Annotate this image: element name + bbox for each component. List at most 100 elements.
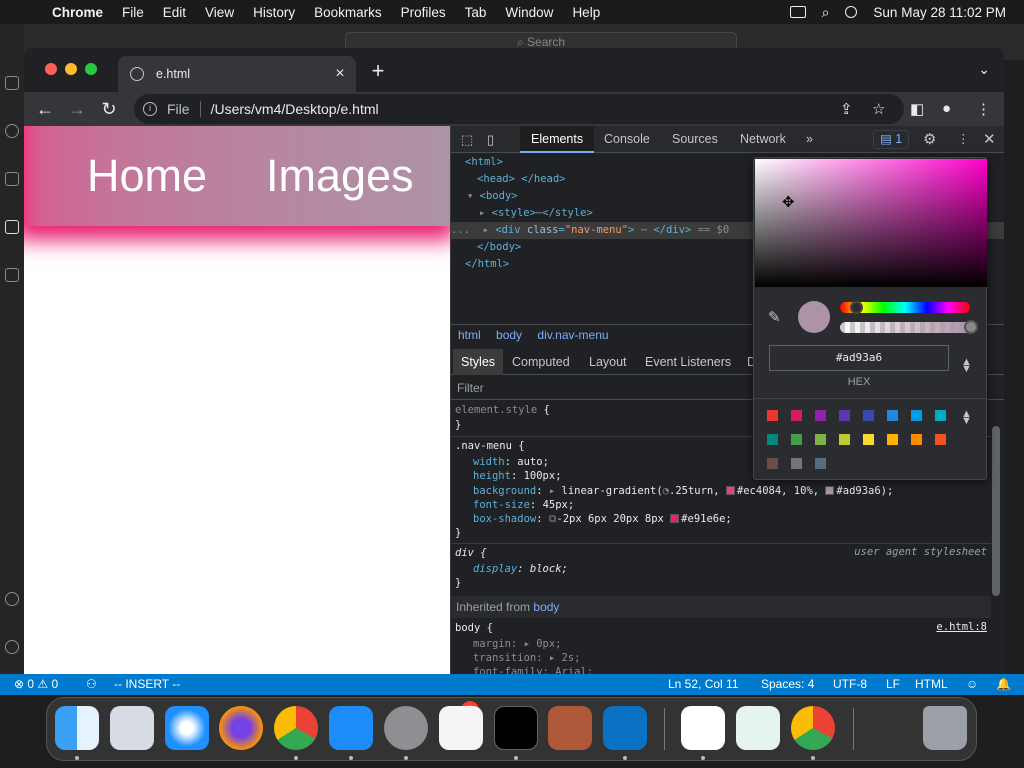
system-settings-icon[interactable]: [384, 706, 428, 750]
palette-swatch[interactable]: [887, 410, 898, 421]
tab-network[interactable]: Network: [740, 126, 786, 153]
hex-input[interactable]: #ad93a6: [769, 345, 949, 371]
launchpad-icon[interactable]: [110, 706, 154, 750]
nav-item-home[interactable]: Home: [87, 150, 207, 202]
search-icon[interactable]: [5, 124, 19, 138]
tab-console[interactable]: Console: [604, 126, 650, 153]
chrome-icon[interactable]: [274, 706, 318, 750]
feedback-icon[interactable]: ☺: [966, 674, 978, 695]
terminal-icon[interactable]: [494, 706, 538, 750]
subtab-computed[interactable]: Computed: [512, 349, 570, 375]
vscode-icon[interactable]: [603, 706, 647, 750]
source-control-icon[interactable]: [5, 172, 19, 186]
eyedropper-icon[interactable]: ✎: [768, 308, 781, 326]
breadcrumb-body[interactable]: body: [496, 328, 522, 342]
site-info-icon[interactable]: i: [143, 102, 157, 116]
hue-slider-handle[interactable]: [850, 301, 863, 314]
rule-nav-menu-selector[interactable]: .nav-menu {: [455, 439, 525, 453]
tab-search-chevron-icon[interactable]: ⌄: [978, 61, 990, 78]
new-tab-button[interactable]: +: [366, 60, 390, 84]
palette-swatch[interactable]: [911, 410, 922, 421]
problems-indicator[interactable]: ⊗ 0 ⚠ 0: [14, 674, 58, 695]
dom-node-html[interactable]: <html>: [465, 154, 503, 171]
saturation-spectrum[interactable]: [755, 159, 987, 287]
zoom-window-button[interactable]: [85, 63, 97, 75]
url-text[interactable]: /Users/vm4/Desktop/e.html: [211, 101, 379, 117]
color-swatch[interactable]: [725, 486, 735, 495]
rule-div-selector[interactable]: div {: [455, 546, 487, 560]
menu-help[interactable]: Help: [572, 5, 600, 20]
notifications-bell-icon[interactable]: 🔔: [996, 674, 1011, 695]
profile-avatar-icon[interactable]: ●: [942, 100, 951, 117]
tab-elements[interactable]: Elements: [520, 126, 595, 153]
safari-icon[interactable]: [165, 706, 209, 750]
inspect-element-icon[interactable]: ⬚: [461, 126, 473, 153]
spotlight-search-icon[interactable]: ⌕: [822, 4, 830, 21]
bookmark-star-icon[interactable]: ☆: [872, 100, 885, 118]
palette-swatch[interactable]: [791, 410, 802, 421]
menu-app-chrome[interactable]: Chrome: [52, 5, 103, 20]
subtab-styles[interactable]: Styles: [453, 349, 504, 375]
subtab-event-listeners[interactable]: Event Listeners: [645, 349, 731, 375]
dom-node-style[interactable]: ▸ <style>⋯</style>: [479, 205, 593, 222]
browser-tab[interactable]: e.html ×: [118, 56, 356, 92]
close-tab-icon[interactable]: ×: [328, 65, 352, 83]
chrome-icon[interactable]: [791, 706, 835, 750]
tab-sources[interactable]: Sources: [672, 126, 718, 153]
settings-gear-icon[interactable]: [5, 640, 19, 654]
breadcrumb-html[interactable]: html: [458, 328, 481, 342]
menu-window[interactable]: Window: [505, 5, 553, 20]
color-swatch-active[interactable]: [825, 486, 835, 495]
share-icon[interactable]: ⇪: [840, 100, 853, 118]
freeform-icon[interactable]: [736, 706, 780, 750]
live-share-icon[interactable]: ⚇: [86, 674, 97, 695]
close-window-button[interactable]: [45, 63, 57, 75]
decl-font-size[interactable]: font-size: 45px;: [473, 498, 574, 512]
format-toggle-icon[interactable]: ▲ ▼: [961, 357, 972, 375]
dom-node-head[interactable]: <head> </head>: [477, 171, 566, 188]
garageband-icon[interactable]: [548, 706, 592, 750]
menubar-clock[interactable]: Sun May 28 11:02 PM: [873, 5, 1006, 20]
palette-swatch[interactable]: [839, 410, 850, 421]
color-swatch[interactable]: [670, 514, 680, 523]
minimize-window-button[interactable]: [65, 63, 77, 75]
menu-edit[interactable]: Edit: [163, 5, 186, 20]
menu-bookmarks[interactable]: Bookmarks: [314, 5, 382, 20]
line-ending[interactable]: LF: [886, 674, 900, 695]
alpha-slider[interactable]: [840, 322, 970, 333]
decl-width[interactable]: width: auto;: [473, 455, 549, 469]
palette-swatch[interactable]: [815, 458, 826, 469]
trash-icon[interactable]: [923, 706, 967, 750]
inherited-from-link[interactable]: body: [533, 600, 559, 614]
chrome-menu-icon[interactable]: ⋮: [976, 100, 991, 118]
menu-tab[interactable]: Tab: [465, 5, 487, 20]
decl-height[interactable]: height: 100px;: [473, 469, 562, 483]
palette-switcher-icon[interactable]: ▲ ▼: [961, 409, 972, 427]
palette-swatch[interactable]: [815, 410, 826, 421]
extensions-icon[interactable]: [5, 268, 19, 282]
palette-swatch[interactable]: [839, 434, 850, 445]
source-link[interactable]: e.html:8: [936, 621, 987, 633]
alpha-slider-handle[interactable]: [964, 320, 978, 334]
textedit-icon[interactable]: [439, 706, 483, 750]
palette-swatch[interactable]: [791, 458, 802, 469]
firefox-icon[interactable]: [219, 706, 263, 750]
finder-icon[interactable]: [55, 706, 99, 750]
back-button[interactable]: ←: [32, 96, 58, 122]
menu-file[interactable]: File: [122, 5, 144, 20]
account-icon[interactable]: [5, 592, 19, 606]
side-panel-icon[interactable]: ◧: [910, 100, 924, 118]
dom-node-body[interactable]: ▾ <body>: [467, 188, 518, 205]
customize-menu-icon[interactable]: ⋮: [957, 126, 970, 153]
nav-item-images[interactable]: Images: [266, 150, 414, 202]
palette-swatch[interactable]: [863, 410, 874, 421]
settings-gear-icon[interactable]: ⚙: [923, 126, 936, 153]
breadcrumb-div-nav-menu[interactable]: div.nav-menu: [537, 328, 608, 342]
decl-background[interactable]: background: ▸ linear-gradient(◔.25turn, …: [473, 484, 893, 498]
palette-swatch[interactable]: [767, 458, 778, 469]
visual-studio-icon[interactable]: [681, 706, 725, 750]
reload-button[interactable]: ↻: [96, 96, 122, 122]
palette-swatch[interactable]: [887, 434, 898, 445]
device-toolbar-icon[interactable]: ▯: [487, 126, 494, 153]
palette-swatch[interactable]: [911, 434, 922, 445]
